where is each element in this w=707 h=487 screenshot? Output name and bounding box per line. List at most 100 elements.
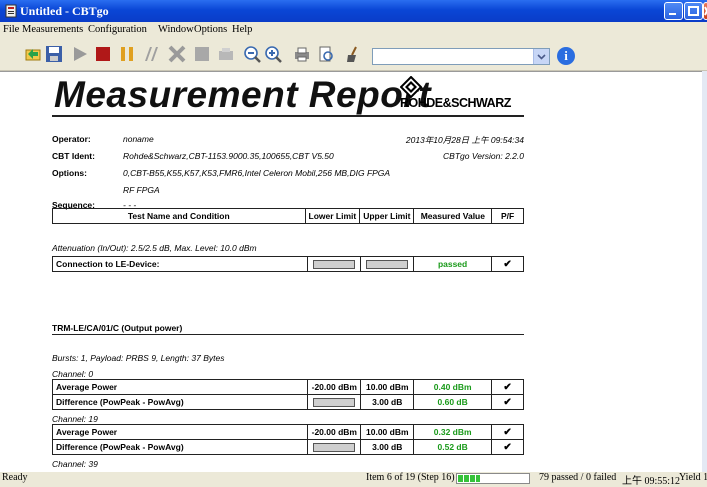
row-name: Average Power	[51, 379, 309, 395]
toolbar	[0, 38, 707, 71]
empty-limit-bar	[313, 397, 356, 407]
row-upper: 10.00 dBm	[360, 424, 415, 440]
maximize-button[interactable]	[684, 2, 703, 20]
row-upper: 3.00 dB	[360, 439, 415, 455]
row-name: Difference (PowPeak - PowAvg)	[51, 394, 309, 410]
status-ready: Ready	[2, 472, 28, 483]
row-lower: -20.00 dBm	[307, 424, 362, 440]
zoom-in-icon[interactable]	[264, 45, 282, 63]
minimize-icon	[669, 13, 676, 15]
section-title: TRM-LE/CA/01/C (Output power)	[52, 323, 183, 333]
minimize-button[interactable]	[664, 2, 683, 20]
bursts-note: Bursts: 1, Payload: PRBS 9, Length: 37 B…	[52, 353, 225, 363]
menu-window[interactable]: Window	[158, 24, 194, 35]
menu-measurements[interactable]: Measurements	[22, 24, 83, 35]
menu-options[interactable]: Options	[194, 24, 227, 35]
options-value-line1: 0,CBT-B55,K55,K57,K53,FMR6,Intel Celeron…	[123, 168, 391, 178]
row-measured: 0.32 dBm	[413, 424, 493, 440]
channel-label: Channel: 0	[52, 369, 94, 379]
results-header: Test Name and Condition Lower Limit Uppe…	[52, 208, 524, 224]
row-pf: ✔	[491, 424, 524, 440]
print-preview-icon[interactable]	[317, 45, 335, 63]
row-lower: -20.00 dBm	[307, 379, 362, 395]
empty-limit-bar	[366, 259, 409, 269]
window-title: Untitled - CBTgo	[20, 4, 109, 18]
maximize-icon	[688, 6, 699, 16]
menu-file[interactable]: File	[3, 24, 19, 35]
connection-name: Connection to LE-Device:	[51, 256, 309, 272]
operator-value: noname	[123, 134, 154, 144]
status-time: 上午 09:55:12	[622, 476, 681, 487]
print-icon[interactable]	[293, 45, 311, 63]
operator-label: Operator:	[52, 134, 91, 144]
title-bar: Untitled - CBTgo	[0, 0, 707, 22]
step-icon[interactable]	[142, 45, 160, 63]
open-icon[interactable]	[24, 45, 42, 63]
stop-icon[interactable]	[94, 45, 112, 63]
run-icon[interactable]	[71, 45, 89, 63]
status-passed: 79 passed /	[539, 472, 584, 483]
channel-label: Channel: 19	[52, 414, 98, 424]
row-upper: 10.00 dBm	[360, 379, 415, 395]
chevron-down-icon[interactable]	[533, 49, 549, 64]
empty-limit-bar	[313, 442, 356, 452]
zoom-out-icon[interactable]	[243, 45, 261, 63]
connection-upper	[360, 256, 415, 272]
empty-limit-bar	[313, 259, 356, 269]
delete-icon[interactable]	[168, 45, 186, 63]
table-row: Average Power -20.00 dBm 10.00 dBm 0.40 …	[51, 379, 524, 395]
connection-table: Connection to LE-Device: passed ✔	[51, 256, 524, 272]
test-progress-bar	[456, 473, 530, 484]
table-row: Difference (PowPeak - PowAvg) 3.00 dB 0.…	[51, 394, 524, 410]
test-progress-fill	[458, 475, 481, 482]
connection-pf: ✔	[491, 256, 524, 272]
row-lower	[307, 439, 362, 455]
row-measured: 0.60 dB	[413, 394, 493, 410]
stop-square-icon[interactable]	[193, 45, 211, 63]
channel-19-table: Average Power -20.00 dBm 10.00 dBm 0.32 …	[51, 424, 524, 455]
connection-measured: passed	[413, 256, 493, 272]
close-button[interactable]	[703, 2, 707, 20]
col-upper-limit: Upper Limit	[359, 208, 415, 224]
cbt-ident-label: CBT Ident:	[52, 151, 95, 161]
status-item: Item 6 of 19 (Step 16)	[366, 472, 455, 483]
status-bar: Ready Item 6 of 19 (Step 16) 79 passed /…	[0, 472, 707, 487]
row-lower	[307, 394, 362, 410]
menu-bar: File Measurements Configuration Window O…	[0, 22, 707, 38]
row-pf: ✔	[491, 379, 524, 395]
table-row: Difference (PowPeak - PowAvg) 3.00 dB 0.…	[51, 439, 524, 455]
rs-diamond-icon	[400, 76, 422, 98]
info-icon[interactable]: i	[557, 47, 575, 65]
col-test-name: Test Name and Condition	[52, 208, 306, 224]
row-pf: ✔	[491, 394, 524, 410]
cbt-ident-value: Rohde&Schwarz,CBT-1153.9000.35,100655,CB…	[123, 151, 334, 161]
table-row: Connection to LE-Device: passed ✔	[51, 256, 524, 272]
cbtgo-version: CBTgo Version: 2.2.0	[443, 151, 524, 161]
table-row: Average Power -20.00 dBm 10.00 dBm 0.32 …	[51, 424, 524, 440]
save-icon[interactable]	[45, 45, 63, 63]
menu-help[interactable]: Help	[232, 24, 252, 35]
row-pf: ✔	[491, 439, 524, 455]
clear-icon[interactable]	[344, 45, 362, 63]
sequence-combo[interactable]	[372, 48, 550, 65]
status-failed: 0 failed	[586, 472, 617, 483]
row-name: Average Power	[51, 424, 309, 440]
row-measured: 0.52 dB	[413, 439, 493, 455]
report-view: Measurement Report ROHDE&SCHWARZ Operato…	[0, 71, 702, 473]
rs-logo-text: ROHDE&SCHWARZ	[400, 96, 511, 110]
options-value-line2: RF FPGA	[123, 185, 160, 195]
pause-icon[interactable]	[118, 45, 136, 63]
row-name: Difference (PowPeak - PowAvg)	[51, 439, 309, 455]
app-icon	[5, 4, 17, 18]
title-divider	[52, 115, 524, 117]
report-title: Measurement Report	[54, 74, 432, 115]
col-measured-value: Measured Value	[413, 208, 493, 224]
options-label: Options:	[52, 168, 87, 178]
channel-label: Channel: 39	[52, 459, 98, 469]
row-upper: 3.00 dB	[360, 394, 415, 410]
vertical-scrollbar[interactable]	[702, 71, 707, 472]
attenuation-note: Attenuation (In/Out): 2.5/2.5 dB, Max. L…	[52, 243, 257, 253]
folder-icon[interactable]	[217, 45, 235, 63]
row-measured: 0.40 dBm	[413, 379, 493, 395]
menu-configuration[interactable]: Configuration	[88, 24, 147, 35]
